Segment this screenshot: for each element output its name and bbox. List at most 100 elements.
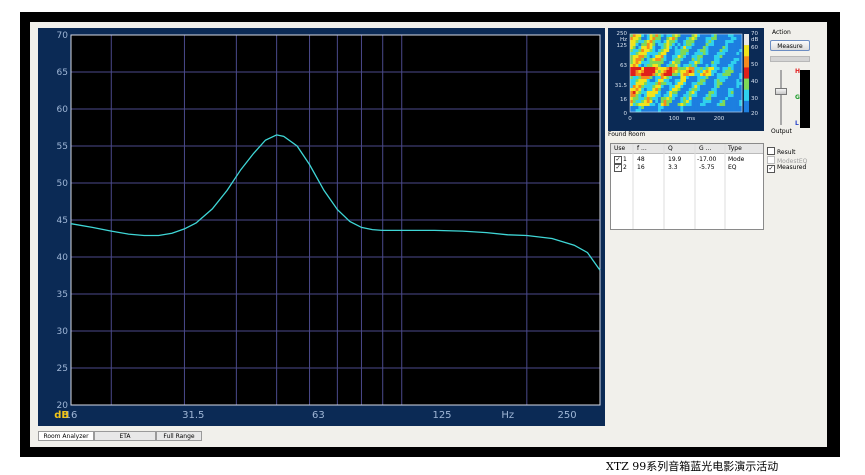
spectrogram-cell — [666, 46, 670, 50]
table-header: Use f ... Q G ... Type — [611, 144, 763, 154]
tab-eta[interactable]: ETA — [94, 431, 156, 441]
spectrogram-cell — [677, 55, 681, 59]
y-tick-label: 70 — [57, 31, 69, 41]
col-use[interactable]: Use — [614, 144, 625, 153]
spectrogram-cell — [641, 88, 645, 92]
spectrogram-cell — [694, 37, 698, 41]
spectrogram-cell — [632, 64, 636, 68]
spectrogram-cell — [680, 55, 684, 59]
spectrogram-cell — [635, 103, 639, 107]
col-g[interactable]: G ... — [699, 144, 711, 153]
spectrogram-cell — [691, 61, 695, 65]
spectrogram-cell — [688, 73, 692, 77]
spectrogram-cell — [669, 52, 673, 56]
spectrogram-cell — [716, 43, 720, 47]
spectrogram-cell — [655, 64, 659, 68]
output-slider-track[interactable] — [780, 70, 782, 125]
spectrogram-cell — [714, 76, 718, 80]
spectrogram-cell — [644, 61, 648, 65]
spectrogram-cell — [716, 61, 720, 65]
tab-full-range[interactable]: Full Range — [156, 431, 202, 441]
spectrogram-cell — [638, 40, 642, 44]
spectrogram-cell — [725, 106, 729, 110]
color-scale-tick: 40 — [751, 79, 758, 85]
option-result[interactable]: Result — [767, 146, 796, 156]
measure-button[interactable]: Measure — [770, 40, 810, 51]
spectrogram-cell — [677, 97, 681, 101]
spectrogram-cell — [688, 40, 692, 44]
spectrogram-cell — [711, 52, 715, 56]
spectrogram-cell — [708, 70, 712, 74]
col-f[interactable]: f ... — [637, 144, 647, 153]
spectrogram-cell — [719, 82, 723, 86]
spectrogram-cell — [635, 34, 639, 38]
spectrogram-cell — [708, 46, 712, 50]
spectrogram-cell — [638, 85, 642, 89]
spectrogram-cell — [632, 37, 636, 41]
spectrogram-cell — [688, 91, 692, 95]
spectrogram-cell — [680, 73, 684, 77]
spectrogram-cell — [632, 73, 636, 77]
spectrogram-cell — [646, 49, 650, 53]
spectrogram-cell — [646, 88, 650, 92]
row-g: -5.75 — [699, 164, 715, 171]
col-q[interactable]: Q — [668, 144, 673, 153]
table-row[interactable]: ✓ 2 16 3.3 -5.75 EQ — [611, 163, 763, 172]
option-modesteq[interactable]: ModestEQ — [767, 155, 807, 165]
spectrogram-cell — [711, 85, 715, 89]
spectrogram-cell — [686, 55, 690, 59]
spectrogram-cell — [644, 91, 648, 95]
result-checkbox[interactable] — [767, 147, 775, 155]
spectrogram-cell — [644, 88, 648, 92]
spectrogram-cell — [730, 43, 734, 47]
spectrogram-cell — [652, 97, 656, 101]
spectrogram-cell — [683, 73, 687, 77]
spectrogram-cell — [658, 52, 662, 56]
spectrogram-cell — [730, 106, 734, 110]
measured-checkbox[interactable]: ✓ — [767, 165, 775, 173]
spectrogram-cell — [683, 97, 687, 101]
spectrogram-cell — [719, 79, 723, 83]
spectrogram-cell — [716, 97, 720, 101]
spectrogram-cell — [652, 76, 656, 80]
spectrogram-cell — [716, 85, 720, 89]
spectrogram-cell — [660, 70, 664, 74]
spectrogram-cell — [691, 94, 695, 98]
found-room-panel: Found Room Use f ... Q G ... Type ✓ 1 48… — [608, 131, 764, 230]
spectrogram-cell — [652, 55, 656, 59]
spectrogram-cell — [716, 40, 720, 44]
spectrogram-cell — [660, 43, 664, 47]
spectrogram-cell — [632, 106, 636, 110]
row-use-checkbox[interactable]: ✓ — [614, 164, 622, 172]
spectrogram-cell — [700, 100, 704, 104]
spectrogram-cell — [705, 106, 709, 110]
spectrogram-cell — [635, 46, 639, 50]
spectrogram-cell — [691, 46, 695, 50]
col-type[interactable]: Type — [728, 144, 742, 153]
spectrogram-cell — [630, 97, 634, 101]
spectrogram-cell — [708, 40, 712, 44]
spectrogram-cell — [630, 76, 634, 80]
spectrogram-cell — [663, 91, 667, 95]
spectrogram-cell — [641, 100, 645, 104]
spectrogram-cell — [719, 103, 723, 107]
option-measured[interactable]: ✓ Measured — [767, 164, 806, 173]
spectrogram-cell — [677, 40, 681, 44]
spectrogram-cell — [686, 91, 690, 95]
spectrogram-cell — [632, 43, 636, 47]
modesteq-checkbox[interactable] — [767, 156, 775, 164]
spectrogram-cell — [730, 73, 734, 77]
spectrogram-cell — [728, 61, 732, 65]
spectrogram-cell — [644, 37, 648, 41]
spectrogram-cell — [725, 91, 729, 95]
spectrogram-cell — [632, 49, 636, 53]
chart-svg: 706560555045403530252016 31.5 63 125 250dB Hz — [54, 31, 601, 421]
spectrogram-cell — [644, 52, 648, 56]
spectrogram-cell — [632, 76, 636, 80]
spectrogram-cell — [660, 100, 664, 104]
spectrogram-cell — [725, 46, 729, 50]
meter-low-label: L — [795, 120, 799, 127]
color-scale-segment — [744, 89, 749, 102]
tab-room-analyzer[interactable]: Room Analyzer — [38, 431, 94, 441]
output-slider-thumb[interactable] — [775, 88, 787, 95]
